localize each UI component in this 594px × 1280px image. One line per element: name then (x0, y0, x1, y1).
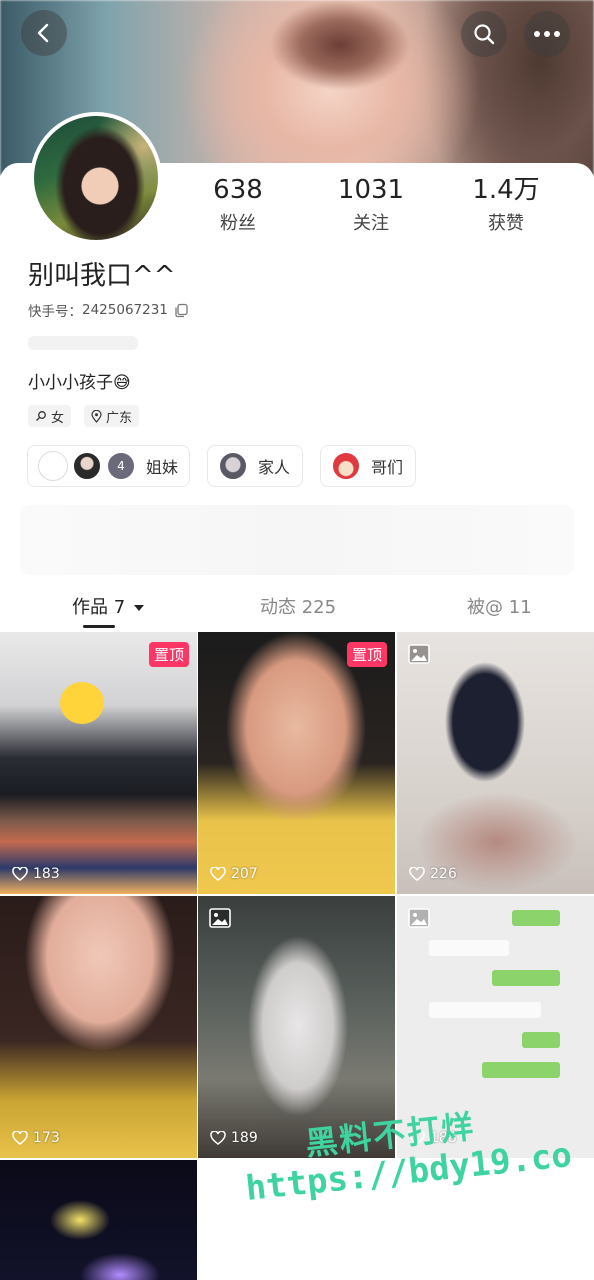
back-button[interactable] (21, 10, 67, 56)
list-item[interactable] (0, 1160, 197, 1280)
gender-tag: 女 (28, 405, 72, 427)
stat-followers[interactable]: 638 粉丝 (178, 173, 298, 235)
group-sisters[interactable]: 4 姐妹 (27, 445, 190, 487)
group-brothers[interactable]: 哥们 (320, 445, 416, 487)
chat-bubble (482, 1062, 560, 1078)
member-count-badge: 4 (106, 451, 136, 481)
search-icon (36, 411, 46, 421)
tab-mentions[interactable]: 被@ 11 (467, 593, 532, 619)
like-count: 226 (409, 866, 457, 882)
group-label: 家人 (258, 458, 291, 477)
location-icon (91, 409, 102, 423)
group-label: 哥们 (371, 458, 404, 477)
avatar (72, 451, 102, 481)
location-tag: 广东 (84, 405, 140, 427)
heart-icon (210, 867, 226, 881)
tab-moments[interactable]: 动态 225 (260, 593, 336, 619)
avatar (331, 451, 361, 481)
nickname: 别叫我口^^ (28, 261, 176, 291)
tab-label: 作品 7 (72, 597, 126, 618)
list-item[interactable]: 226 (397, 632, 594, 894)
heart-icon (409, 867, 425, 881)
ellipsis-icon (534, 31, 560, 37)
group-label: 姐妹 (146, 458, 179, 477)
heart-icon (12, 1131, 28, 1145)
gender-tag-label: 女 (51, 410, 65, 426)
image-icon (408, 908, 430, 928)
like-count: 183 (12, 866, 60, 882)
avatar[interactable] (30, 112, 162, 244)
like-count-value: 226 (430, 866, 457, 882)
search-button[interactable] (461, 11, 507, 57)
avatar (38, 451, 68, 481)
stat-following[interactable]: 1031 关注 (311, 173, 431, 235)
stat-label: 粉丝 (220, 213, 256, 234)
chevron-left-icon (37, 23, 49, 43)
active-tab-indicator (83, 625, 115, 628)
works-grid: 置顶 183 置顶 207 226 173 189 188 (0, 632, 594, 1280)
like-count-value: 188 (430, 1130, 457, 1146)
avatar (218, 451, 248, 481)
list-item[interactable]: 置顶 183 (0, 632, 197, 894)
copy-icon[interactable] (174, 303, 189, 318)
stat-value: 1031 (337, 175, 405, 205)
stat-label: 获赞 (488, 213, 524, 234)
location-tag-label: 广东 (106, 410, 133, 426)
like-count: 207 (210, 866, 258, 882)
chat-bubble (492, 970, 560, 986)
list-item[interactable]: 置顶 207 (198, 632, 395, 894)
blurred-line (28, 336, 138, 350)
user-id: 快手号： 2425067231 (28, 300, 189, 320)
chat-bubble (512, 910, 560, 926)
chat-bubble (429, 1002, 541, 1018)
blurred-content (20, 505, 574, 575)
stat-likes[interactable]: 1.4万 获赞 (446, 173, 566, 235)
stat-value: 1.4万 (472, 175, 540, 205)
pinned-badge: 置顶 (346, 642, 387, 667)
like-count-value: 183 (33, 866, 60, 882)
image-icon (209, 908, 231, 928)
list-item[interactable]: 189 (198, 896, 395, 1158)
heart-icon (409, 1131, 425, 1145)
search-icon (474, 24, 495, 45)
list-item[interactable]: 173 (0, 896, 197, 1158)
like-count-value: 189 (231, 1130, 258, 1146)
stat-label: 关注 (353, 213, 389, 234)
chat-bubble (522, 1032, 560, 1048)
caret-down-icon (133, 605, 144, 611)
bio: 小小小孩子😅 (28, 373, 131, 393)
pinned-badge: 置顶 (148, 642, 189, 667)
like-count: 173 (12, 1130, 60, 1146)
heart-icon (210, 1131, 226, 1145)
tab-works[interactable]: 作品 7 (72, 593, 145, 619)
user-id-value: 2425067231 (82, 302, 168, 318)
chat-bubble (429, 940, 509, 956)
stat-value: 638 (213, 175, 263, 205)
like-count: 188 (409, 1130, 457, 1146)
image-icon (408, 644, 430, 664)
like-count-value: 207 (231, 866, 258, 882)
more-button[interactable] (524, 11, 570, 57)
like-count: 189 (210, 1130, 258, 1146)
content-tabs: 作品 7 动态 225 被@ 11 (0, 585, 594, 631)
list-item[interactable]: 188 (397, 896, 594, 1158)
emoji-sticker (60, 682, 104, 724)
user-id-label: 快手号： (28, 304, 82, 320)
heart-icon (12, 867, 28, 881)
like-count-value: 173 (33, 1130, 60, 1146)
group-family[interactable]: 家人 (207, 445, 303, 487)
